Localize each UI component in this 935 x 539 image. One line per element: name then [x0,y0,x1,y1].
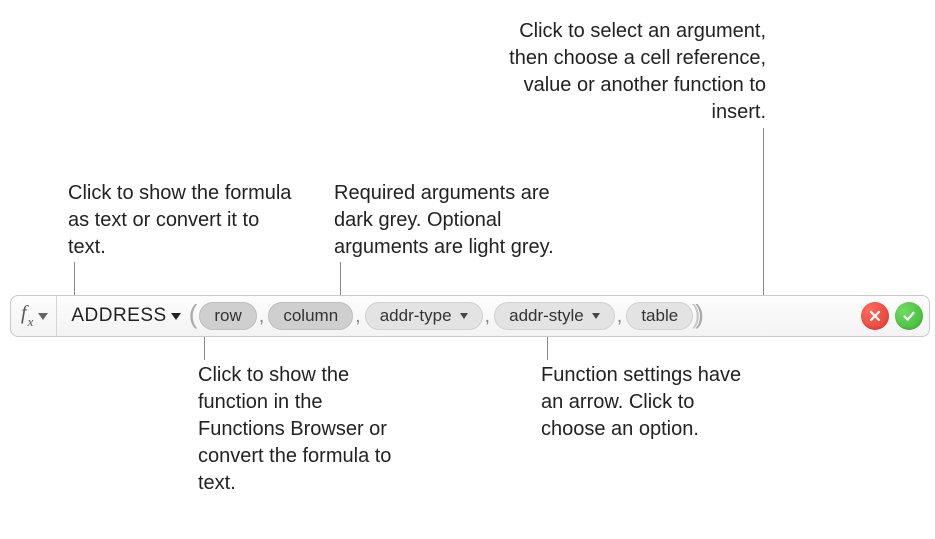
close-paren: ) [690,299,703,330]
callout-select-arg: Click to select an argument, then choose… [506,18,766,126]
close-icon [868,309,882,323]
chevron-down-icon [592,313,600,319]
arg-separator: , [257,305,269,328]
arg-separator: , [483,305,495,328]
function-name-label: ADDRESS [71,305,166,327]
arg-addr-type[interactable]: addr-type [365,302,483,330]
chevron-down-icon [171,313,181,320]
leader-line [763,128,764,296]
leader-line [74,262,75,296]
arg-separator: , [353,305,365,328]
function-name-dropdown[interactable]: ADDRESS [63,296,186,336]
leader-line [204,336,205,360]
leader-line [340,262,341,296]
fx-menu-button[interactable]: fx [15,296,57,336]
open-paren: ( [187,299,200,330]
check-icon [902,309,916,323]
arg-separator: , [615,305,627,328]
leader-line [547,336,548,360]
accept-button[interactable] [895,302,923,330]
arg-label: addr-type [380,306,452,326]
chevron-down-icon [38,313,48,320]
callout-required-optional: Required arguments are dark grey. Option… [334,180,584,261]
callout-fn-browser: Click to show the function in the Functi… [198,362,408,497]
cancel-button[interactable] [861,302,889,330]
chevron-down-icon [460,313,468,319]
fx-icon: fx [21,302,32,328]
arg-row[interactable]: row [199,302,256,330]
arg-addr-style[interactable]: addr-style [494,302,615,330]
arg-column[interactable]: column [268,302,353,330]
callout-settings-arrow: Function settings have an arrow. Click t… [541,362,761,443]
arg-label: addr-style [509,306,584,326]
formula-editor-bar: fx ADDRESS ( row , column , addr-type , … [10,295,930,337]
arg-table[interactable]: table [626,302,693,330]
callout-fx: Click to show the formula as text or con… [68,180,298,261]
